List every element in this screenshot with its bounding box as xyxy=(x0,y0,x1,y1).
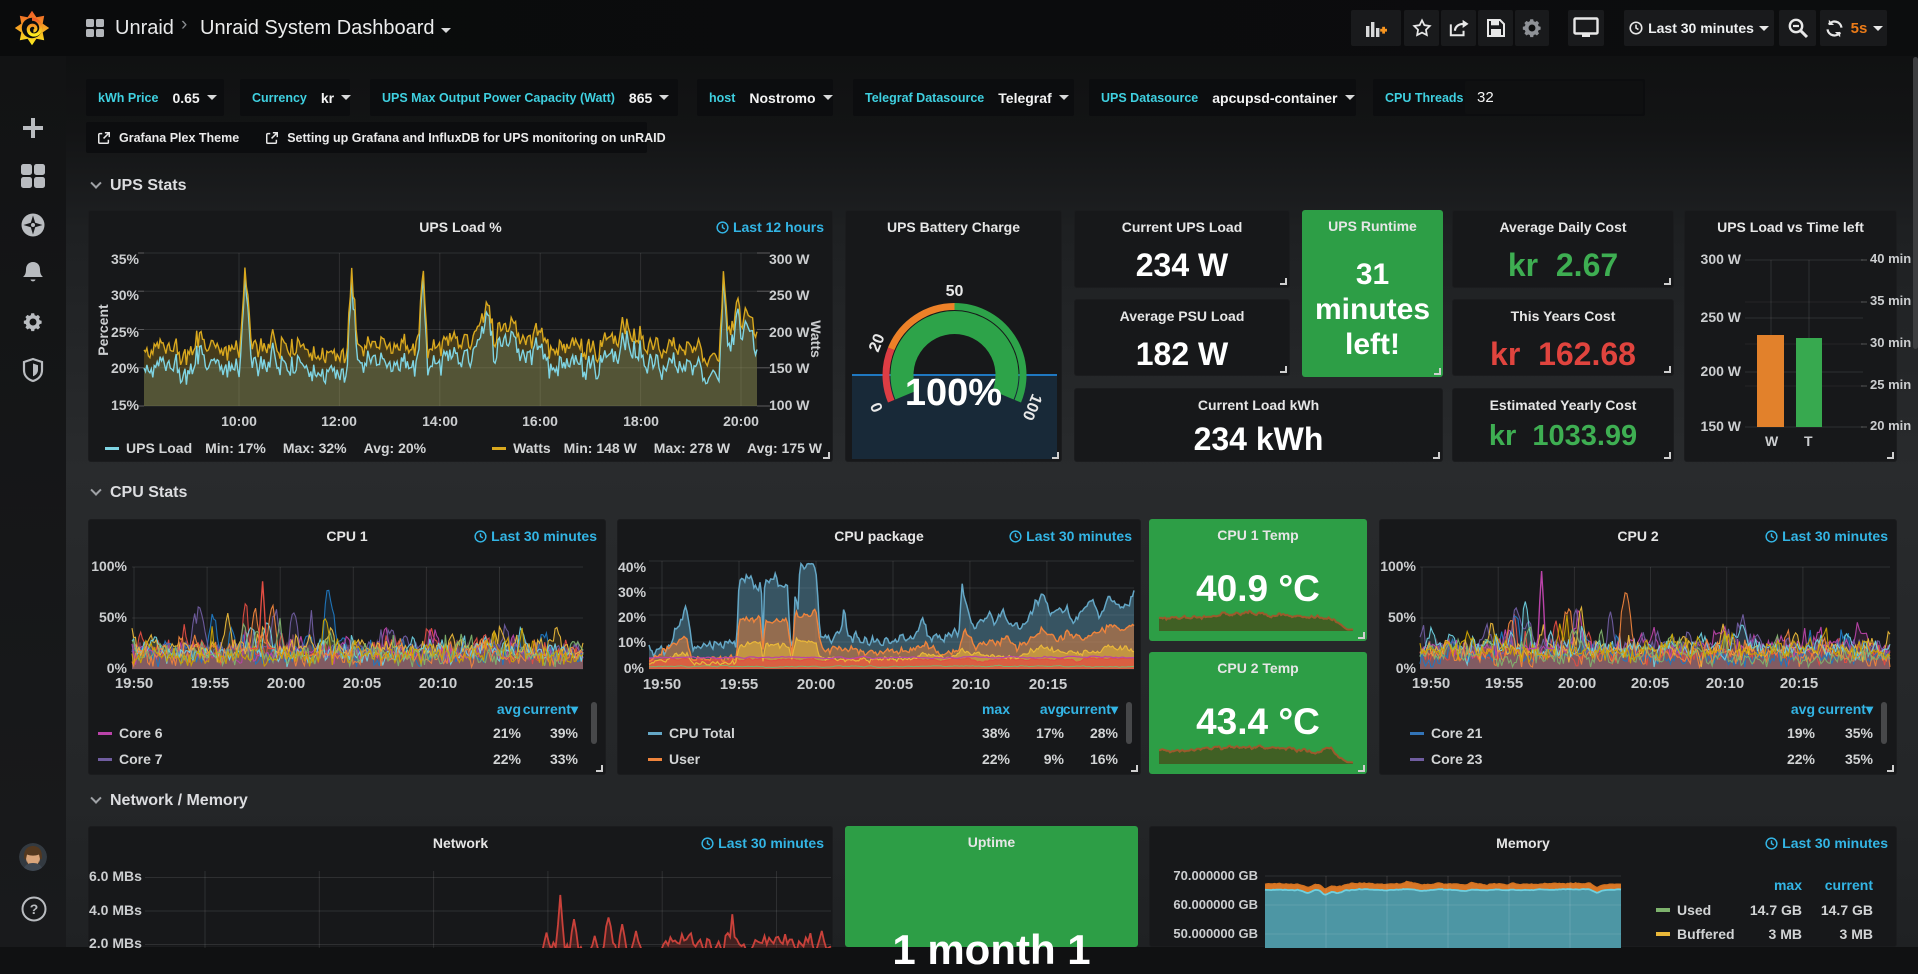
svg-text:20: 20 xyxy=(866,331,889,354)
svg-text:50: 50 xyxy=(946,283,964,300)
svg-text:?: ? xyxy=(30,901,39,917)
